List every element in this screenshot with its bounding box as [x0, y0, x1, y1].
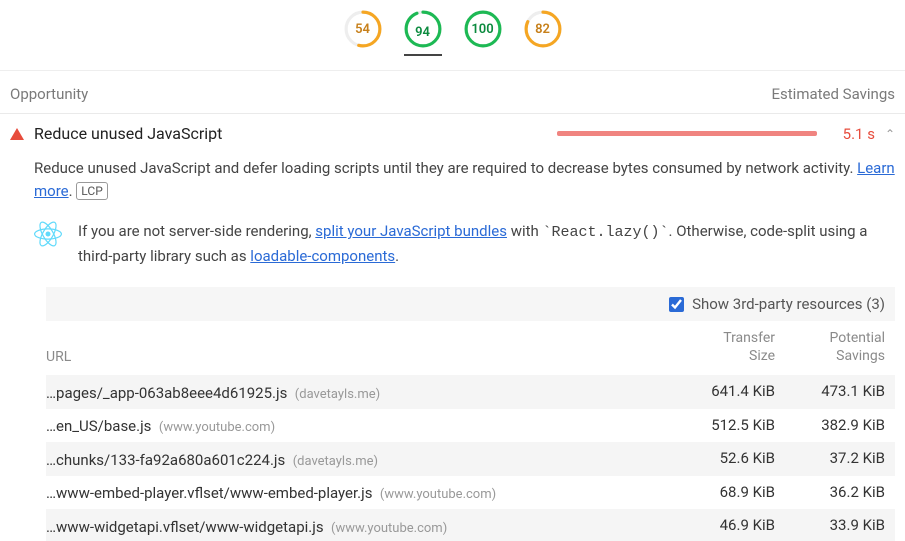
- table-row: …pages/_app-063ab8eee4d61925.js (davetay…: [46, 375, 895, 409]
- lcp-badge: LCP: [76, 182, 107, 200]
- potential-savings: 473.1 KiB: [775, 382, 885, 402]
- score-value: 100: [464, 10, 502, 48]
- score-gauge[interactable]: 94: [404, 10, 442, 56]
- score-value: 54: [344, 10, 382, 48]
- react-icon: [34, 220, 62, 248]
- react-tip-text: If you are not server-side rendering, sp…: [78, 220, 891, 267]
- audit-block: Reduce unused JavaScript 5.1 s ⌃ Reduce …: [0, 114, 905, 541]
- third-party-label: Show 3rd-party resources (3): [692, 295, 885, 313]
- audit-description: Reduce unused JavaScript and defer loadi…: [10, 143, 895, 206]
- resource-url: …www-widgetapi.vflset/www-widgetapi.js (…: [46, 516, 665, 536]
- savings-bar: [557, 131, 817, 136]
- potential-savings: 382.9 KiB: [775, 416, 885, 436]
- table-header: URL TransferSize PotentialSavings: [46, 321, 895, 375]
- section-header: Opportunity Estimated Savings: [0, 71, 905, 114]
- transfer-size: 52.6 KiB: [665, 449, 775, 469]
- resource-url: …en_US/base.js (www.youtube.com): [46, 416, 665, 436]
- resource-origin: (www.youtube.com): [159, 420, 275, 435]
- third-party-toggle-row: Show 3rd-party resources (3): [46, 287, 895, 321]
- resource-origin: (davetayls.me): [293, 454, 378, 469]
- table-row: …chunks/133-fa92a680a601c224.js (davetay…: [46, 442, 895, 476]
- resource-url: …pages/_app-063ab8eee4d61925.js (davetay…: [46, 382, 665, 402]
- resource-url: …www-embed-player.vflset/www-embed-playe…: [46, 483, 665, 503]
- audit-title: Reduce unused JavaScript: [34, 124, 222, 143]
- loadable-components-link[interactable]: loadable-components: [250, 247, 395, 265]
- transfer-size: 641.4 KiB: [665, 382, 775, 402]
- col-url: URL: [46, 329, 665, 365]
- table-row: …en_US/base.js (www.youtube.com)512.5 Ki…: [46, 409, 895, 443]
- resource-origin: (www.youtube.com): [331, 521, 447, 536]
- score-gauge[interactable]: 82: [524, 10, 562, 48]
- opportunity-heading: Opportunity: [10, 85, 88, 103]
- score-gauges: 54 94 100 82: [0, 0, 905, 71]
- table-row: …www-widgetapi.vflset/www-widgetapi.js (…: [46, 509, 895, 541]
- score-value: 94: [404, 10, 442, 54]
- potential-savings: 37.2 KiB: [775, 449, 885, 469]
- score-gauge[interactable]: 54: [344, 10, 382, 48]
- resource-url: …chunks/133-fa92a680a601c224.js (davetay…: [46, 449, 665, 469]
- savings-bar-wrap: [482, 131, 817, 136]
- transfer-size: 68.9 KiB: [665, 483, 775, 503]
- col-size: TransferSize: [665, 329, 775, 365]
- split-bundles-link[interactable]: split your JavaScript bundles: [315, 222, 507, 240]
- potential-savings: 33.9 KiB: [775, 516, 885, 536]
- savings-value: 5.1 s: [827, 125, 875, 143]
- react-tip: If you are not server-side rendering, sp…: [10, 206, 895, 277]
- col-savings: PotentialSavings: [775, 329, 885, 365]
- resource-origin: (www.youtube.com): [380, 487, 496, 502]
- score-gauge[interactable]: 100: [464, 10, 502, 48]
- chevron-up-icon: ⌃: [885, 127, 895, 141]
- fail-triangle-icon: [10, 128, 24, 140]
- table-row: …www-embed-player.vflset/www-embed-playe…: [46, 476, 895, 510]
- savings-heading: Estimated Savings: [772, 85, 896, 103]
- audit-summary-row[interactable]: Reduce unused JavaScript 5.1 s ⌃: [10, 124, 895, 143]
- score-value: 82: [524, 10, 562, 48]
- transfer-size: 512.5 KiB: [665, 416, 775, 436]
- transfer-size: 46.9 KiB: [665, 516, 775, 536]
- potential-savings: 36.2 KiB: [775, 483, 885, 503]
- resource-origin: (davetayls.me): [295, 387, 380, 402]
- resource-table: URL TransferSize PotentialSavings …pages…: [10, 321, 895, 541]
- third-party-checkbox[interactable]: [669, 297, 684, 312]
